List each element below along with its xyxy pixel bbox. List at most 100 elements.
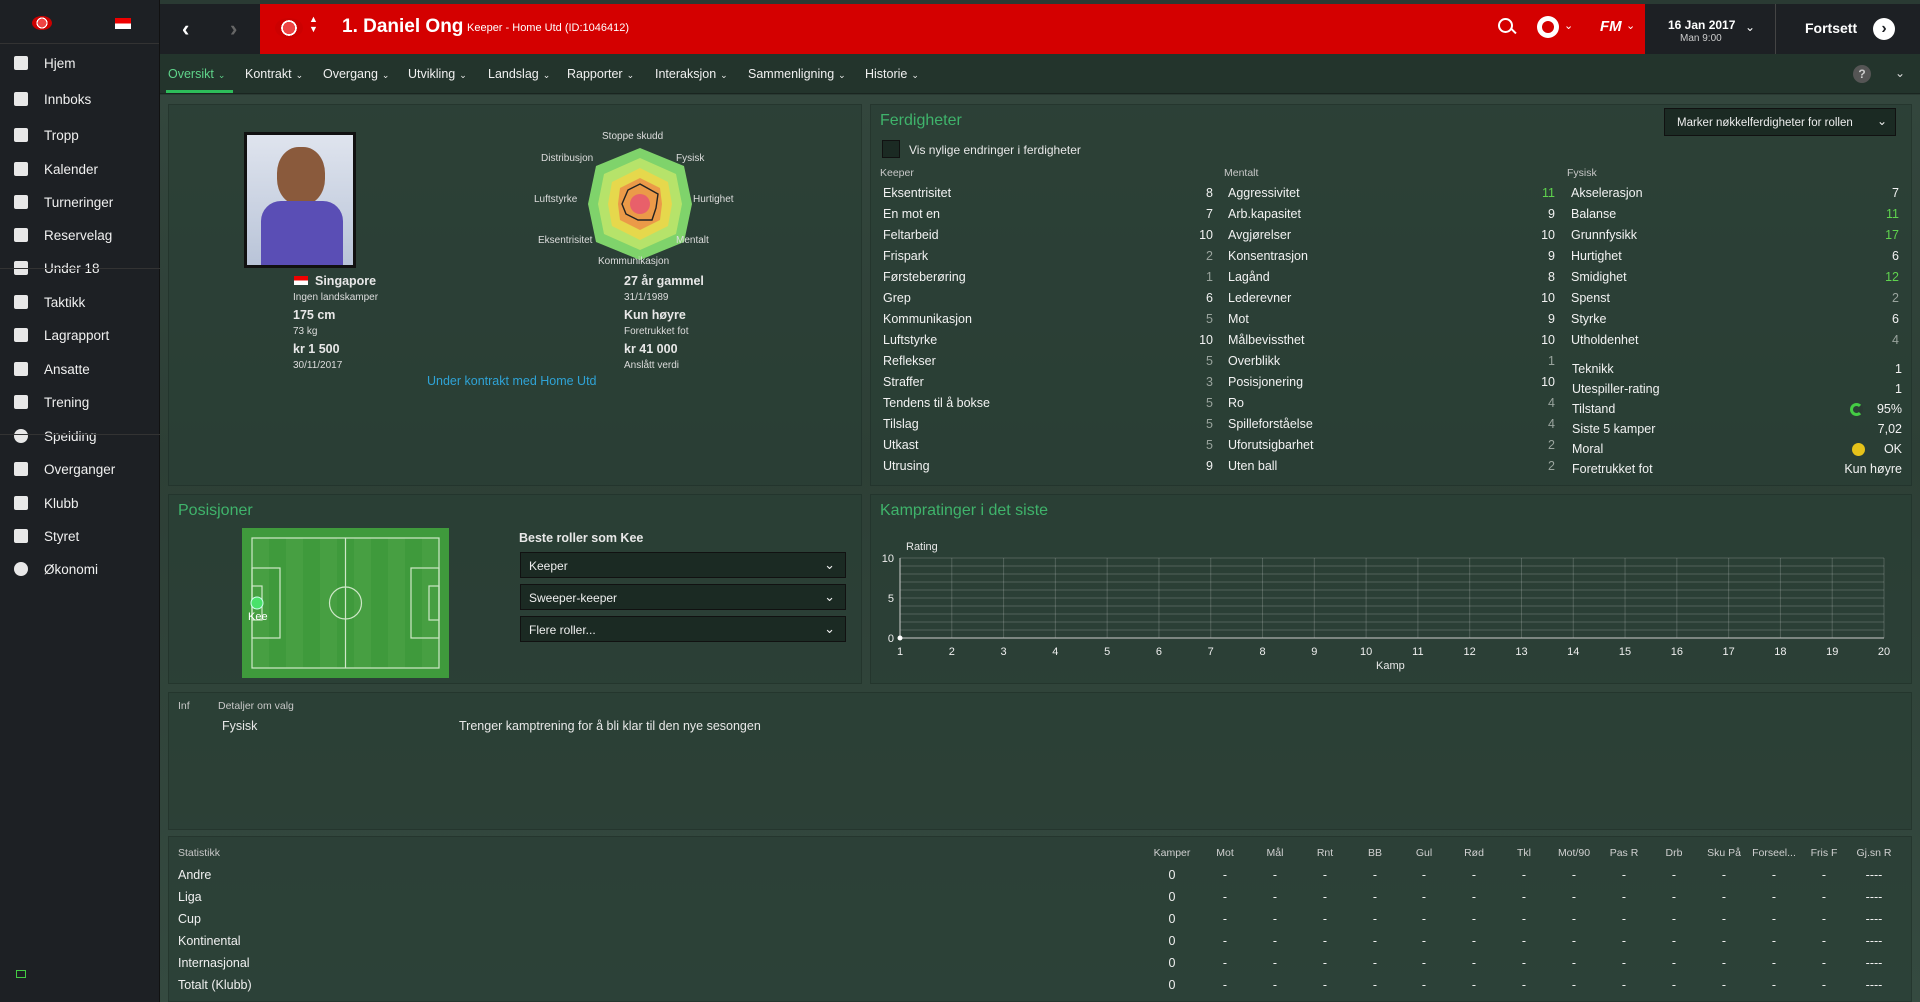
role-dropdown[interactable]: Flere roller... ⌄: [520, 616, 846, 642]
stats-cell: -: [1471, 890, 1477, 904]
search-icon[interactable]: [1498, 18, 1513, 33]
globe-icon[interactable]: [1537, 16, 1559, 38]
attribute-value: 1: [1206, 270, 1213, 284]
chevron-down-icon[interactable]: ⌄: [1745, 20, 1755, 34]
y-tick-label: 0: [888, 633, 894, 645]
radar-label-ml: Luftstyrke: [534, 194, 578, 205]
sidebar-item-10[interactable]: Trening: [0, 383, 160, 421]
tab-label: Sammenligning: [748, 67, 835, 81]
stats-cell: -: [1721, 868, 1727, 882]
forward-arrow-icon[interactable]: ›: [230, 16, 237, 42]
attribute-name: Konsentrasjon: [1228, 249, 1308, 263]
stats-cell: -: [1322, 890, 1328, 904]
stats-cell: -: [1421, 912, 1427, 926]
stats-column-header: Sku På: [1707, 847, 1741, 859]
stats-cell: -: [1821, 934, 1827, 948]
x-tick-label: 12: [1464, 646, 1476, 658]
flag-icon[interactable]: [115, 18, 131, 29]
back-arrow-icon[interactable]: ‹: [182, 16, 189, 42]
stats-cell: -: [1421, 890, 1427, 904]
sidebar-item-2[interactable]: Tropp: [0, 116, 160, 154]
recent-changes-checkbox[interactable]: [882, 140, 900, 158]
chevron-down-icon: ⌄: [824, 621, 835, 636]
attribute-name: Aggressivitet: [1228, 186, 1300, 200]
stats-cell: -: [1771, 868, 1777, 882]
sidebar-item-12[interactable]: Overganger: [0, 450, 160, 488]
attribute-name: Mot: [1228, 312, 1249, 326]
stats-cell: -: [1621, 890, 1627, 904]
tab-1[interactable]: Kontrakt ⌄: [245, 67, 303, 81]
stats-row-label: Cup: [178, 912, 201, 926]
fm-logo[interactable]: FM: [1600, 18, 1622, 35]
attribute-value: 7: [1206, 207, 1213, 221]
shield-icon: [12, 494, 30, 512]
stats-cell: -: [1272, 978, 1278, 992]
club-crest-icon[interactable]: [275, 18, 303, 38]
tab-6[interactable]: Interaksjon ⌄: [655, 67, 728, 81]
x-tick-label: 18: [1774, 646, 1786, 658]
stats-cell: -: [1821, 956, 1827, 970]
position-marker-label: Kee: [248, 611, 268, 623]
tab-5[interactable]: Rapporter ⌄: [567, 67, 634, 81]
attribute-value: 1: [1895, 382, 1902, 396]
radar-label-bl: Eksentrisitet: [538, 235, 593, 246]
continue-button[interactable]: Fortsett: [1805, 20, 1857, 36]
attribute-name: Målbevissthet: [1228, 333, 1305, 347]
sidebar-item-1[interactable]: Innboks: [0, 80, 160, 118]
attribute-value: 10: [1541, 291, 1555, 305]
wage: kr 1 500: [293, 342, 340, 356]
attribute-value: 9: [1548, 207, 1555, 221]
attribute-value: 17: [1885, 228, 1899, 242]
injury-col-2: Detaljer om valg: [218, 700, 294, 712]
chevron-down-icon[interactable]: ⌄: [1895, 66, 1905, 80]
sidebar-item-label: Speiding: [44, 428, 97, 444]
club-switch-icon[interactable]: ▲ ▼: [309, 14, 318, 34]
sidebar-item-label: Kalender: [44, 161, 99, 177]
club-crest-icon[interactable]: [32, 16, 52, 30]
role-dropdown[interactable]: Sweeper-keeper ⌄: [520, 584, 846, 610]
attribute-name: Tendens til å bokse: [883, 396, 991, 410]
help-icon[interactable]: ?: [1853, 65, 1871, 83]
sidebar-item-8[interactable]: Lagrapport: [0, 316, 160, 354]
tab-3[interactable]: Utvikling ⌄: [408, 67, 467, 81]
sidebar-item-15[interactable]: Økonomi: [0, 550, 160, 588]
stats-cell: -: [1421, 868, 1427, 882]
attribute-name: En mot en: [883, 207, 940, 221]
stats-cell: -: [1222, 890, 1228, 904]
attribute-name: Foretrukket fot: [1572, 462, 1653, 476]
stats-cell: -: [1372, 934, 1378, 948]
continue-arrow-icon[interactable]: ›: [1873, 18, 1895, 40]
physical-header: Fysisk: [1567, 167, 1597, 179]
stats-cell: -: [1721, 890, 1727, 904]
attribute-value: 2: [1206, 249, 1213, 263]
attribute-value: 10: [1199, 228, 1213, 242]
attribute-name: Moral: [1572, 442, 1604, 456]
stats-cell: -: [1821, 978, 1827, 992]
tab-0[interactable]: Oversikt ⌄: [168, 67, 225, 81]
stats-cell: -: [1471, 956, 1477, 970]
tab-8[interactable]: Historie ⌄: [865, 67, 919, 81]
board-icon: [12, 527, 30, 545]
tab-7[interactable]: Sammenligning ⌄: [748, 67, 846, 81]
stats-cell: -: [1721, 956, 1727, 970]
stats-row-label: Kontinental: [178, 934, 241, 948]
stats-cell: 0: [1168, 956, 1176, 970]
highlight-role-attributes-button[interactable]: Marker nøkkelferdigheter for rollen ⌄: [1664, 108, 1896, 136]
sidebar-item-0[interactable]: Hjem: [0, 44, 160, 82]
sidebar: Hjem Innboks Tropp Kalender Turneringer Reser…: [0, 0, 160, 1002]
stats-cell: -: [1771, 912, 1777, 926]
attribute-value: 5: [1206, 438, 1213, 452]
stats-cell: -: [1471, 978, 1477, 992]
radar-label-mr: Hurtighet: [693, 194, 734, 205]
chevron-down-icon[interactable]: ⌄: [1564, 19, 1573, 32]
chevron-down-icon: ⌄: [295, 70, 304, 80]
role-dropdown[interactable]: Keeper ⌄: [520, 552, 846, 578]
chevron-down-icon[interactable]: ⌄: [1626, 19, 1635, 32]
radar-label-br: Mentalt: [676, 235, 709, 246]
tab-4[interactable]: Landslag ⌄: [488, 67, 550, 81]
sidebar-top: [0, 0, 159, 44]
tab-2[interactable]: Overgang ⌄: [323, 67, 389, 81]
attribute-name: Balanse: [1571, 207, 1617, 221]
current-date[interactable]: 16 Jan 2017: [1668, 18, 1735, 32]
contract-link[interactable]: Under kontrakt med Home Utd: [427, 374, 597, 388]
